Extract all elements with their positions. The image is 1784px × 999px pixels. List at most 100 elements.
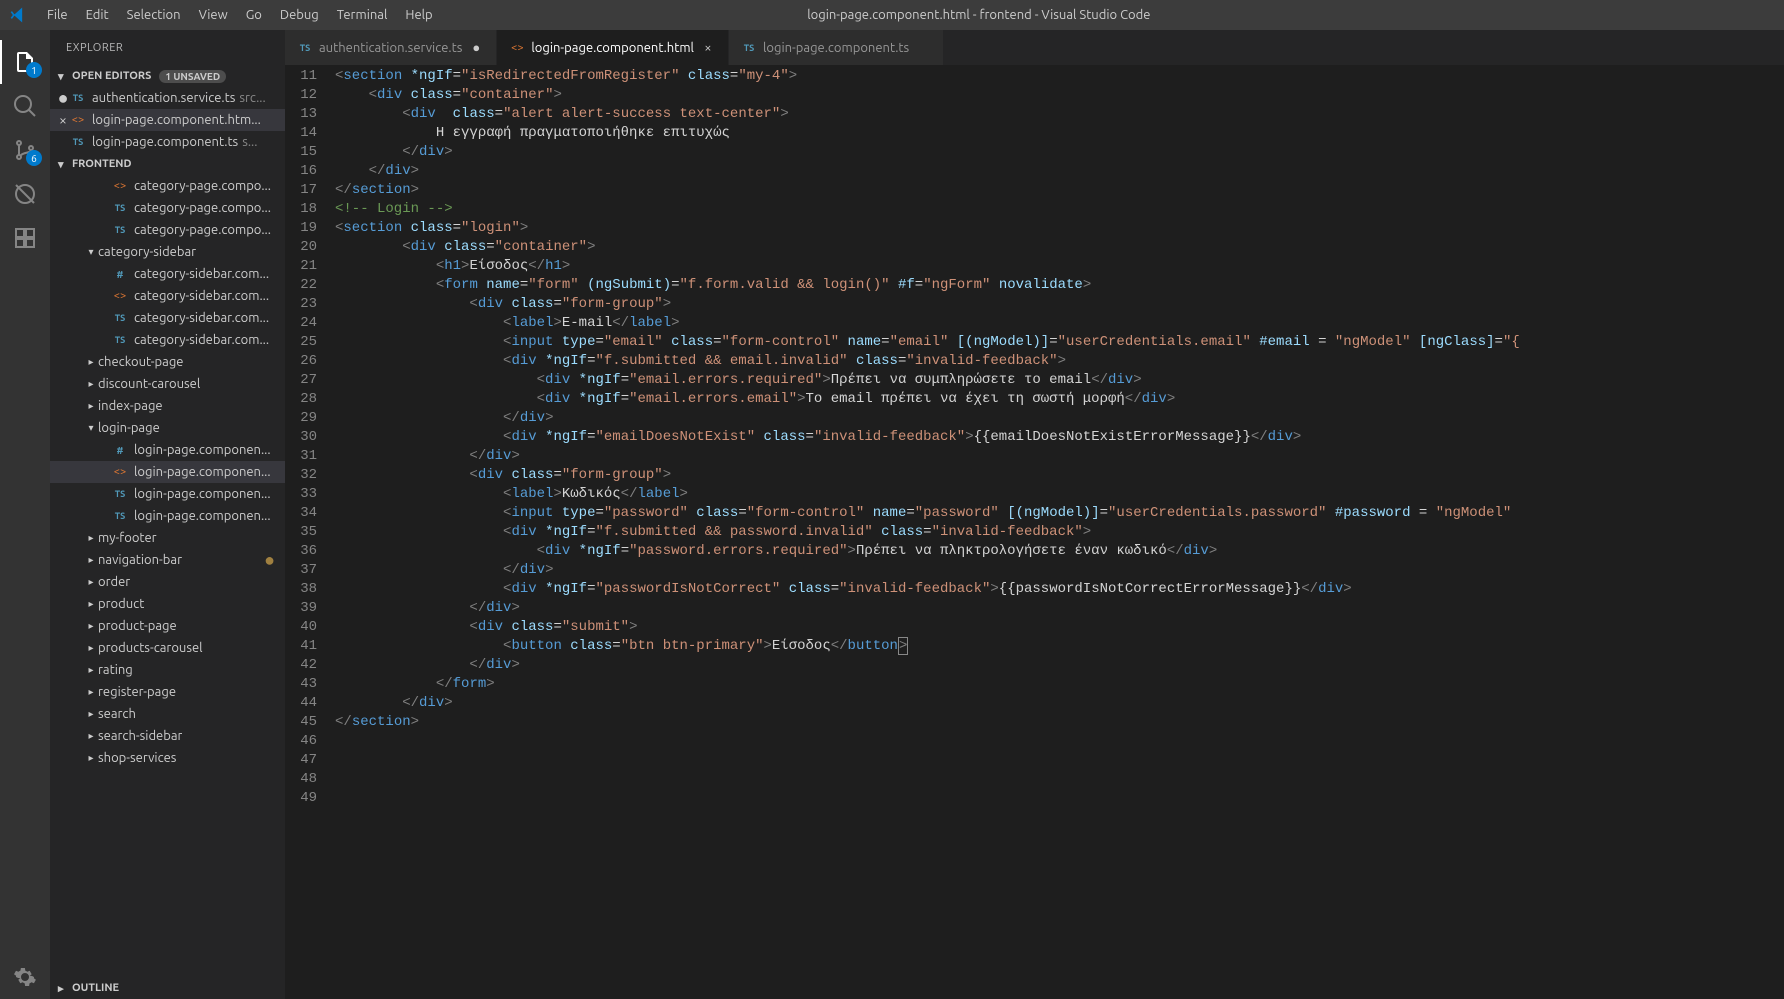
menu-file[interactable]: File <box>38 0 77 30</box>
chevron-down-icon: ▾ <box>84 246 98 258</box>
code-editor[interactable]: 1112131415161718192021222324252627282930… <box>285 65 1784 999</box>
file-item[interactable]: <>category-page.compo... <box>50 175 285 197</box>
html-file-icon: <> <box>70 112 86 128</box>
folder-item[interactable]: ▸product-page <box>50 615 285 637</box>
file-item[interactable]: #category-sidebar.com... <box>50 263 285 285</box>
chevron-right-icon: ▸ <box>84 532 98 544</box>
open-editor-item[interactable]: TSlogin-page.component.tss... <box>50 131 285 153</box>
file-item[interactable]: TScategory-sidebar.com... <box>50 329 285 351</box>
item-label: product-page <box>98 619 177 633</box>
menu-terminal[interactable]: Terminal <box>328 0 397 30</box>
folder-item[interactable]: ▸search-sidebar <box>50 725 285 747</box>
extensions-activity[interactable] <box>0 216 50 260</box>
html-file-icon: <> <box>112 464 128 480</box>
css-file-icon: # <box>112 442 128 458</box>
file-item[interactable]: <> login-page.componen... <box>50 461 285 483</box>
menu-selection[interactable]: Selection <box>118 0 190 30</box>
tab-label: login-page.component.ts <box>763 41 909 55</box>
html-file-icon: <> <box>509 40 525 56</box>
folder-item[interactable]: ▸my-footer <box>50 527 285 549</box>
menu-edit[interactable]: Edit <box>77 0 118 30</box>
explorer-activity[interactable]: 1 <box>0 40 50 84</box>
main-menu: FileEditSelectionViewGoDebugTerminalHelp <box>38 0 442 30</box>
item-label: category-sidebar.com... <box>134 267 269 281</box>
open-editors-header[interactable]: ▾ OPEN EDITORS 1 UNSAVED <box>50 65 285 87</box>
sidebar: EXPLORER ▾ OPEN EDITORS 1 UNSAVED ●TSaut… <box>50 30 285 999</box>
outline-label: OUTLINE <box>72 982 119 994</box>
menu-debug[interactable]: Debug <box>271 0 328 30</box>
file-item[interactable]: TScategory-page.compo... <box>50 197 285 219</box>
folder-item[interactable]: ▸index-page <box>50 395 285 417</box>
project-label: FRONTEND <box>72 158 131 170</box>
sidebar-title: EXPLORER <box>50 30 285 65</box>
typescript-file-icon: TS <box>741 40 757 56</box>
settings-activity[interactable] <box>0 955 50 999</box>
open-editor-item[interactable]: ●TSauthentication.service.tssrc... <box>50 87 285 109</box>
typescript-file-icon: TS <box>112 310 128 326</box>
editor-tab[interactable]: <>login-page.component.html× <box>497 30 729 65</box>
item-label: product <box>98 597 144 611</box>
chevron-right-icon: ▸ <box>84 400 98 412</box>
item-label: products-carousel <box>98 641 203 655</box>
file-item[interactable]: TS login-page.componen... <box>50 483 285 505</box>
typescript-file-icon: TS <box>112 486 128 502</box>
item-label: category-page.compo... <box>134 179 271 193</box>
code-content[interactable]: <section *ngIf="isRedirectedFromRegister… <box>335 65 1784 999</box>
chevron-right-icon: ▸ <box>84 664 98 676</box>
dirty-indicator-icon[interactable]: ● <box>468 40 484 55</box>
folder-item[interactable]: ▸rating <box>50 659 285 681</box>
item-label: discount-carousel <box>98 377 200 391</box>
folder-item[interactable]: ▾category-sidebar <box>50 241 285 263</box>
tab-bar: TSauthentication.service.ts●<>login-page… <box>285 30 1784 65</box>
scm-badge: 6 <box>26 150 42 166</box>
close-icon: × <box>56 112 70 128</box>
chevron-down-icon: ▾ <box>84 422 98 434</box>
menu-go[interactable]: Go <box>237 0 271 30</box>
file-item[interactable]: #login-page.componen... <box>50 439 285 461</box>
item-label: category-sidebar.com... <box>134 289 269 303</box>
folder-item[interactable]: ▸register-page <box>50 681 285 703</box>
typescript-file-icon: TS <box>70 134 86 150</box>
file-item[interactable]: TSlogin-page.componen... <box>50 505 285 527</box>
outline-header[interactable]: ▸ OUTLINE <box>50 977 285 999</box>
item-label: checkout-page <box>98 355 184 369</box>
project-header[interactable]: ▾ FRONTEND <box>50 153 285 175</box>
folder-item[interactable]: ▸shop-services <box>50 747 285 769</box>
file-item[interactable]: TScategory-page.compo... <box>50 219 285 241</box>
modified-indicator-icon: ● <box>264 550 279 571</box>
item-label: category-page.compo... <box>134 201 271 215</box>
typescript-file-icon: TS <box>112 508 128 524</box>
chevron-right-icon: ▸ <box>84 576 98 588</box>
folder-item[interactable]: ▸navigation-bar● <box>50 549 285 571</box>
folder-item[interactable]: ▸checkout-page <box>50 351 285 373</box>
item-label: login-page.componen... <box>134 465 271 479</box>
open-editor-item[interactable]: ×<>login-page.component.htm... <box>50 109 285 131</box>
editor-tab[interactable]: TS login-page.component.ts <box>729 30 944 65</box>
file-item[interactable]: <>category-sidebar.com... <box>50 285 285 307</box>
file-item[interactable]: TScategory-sidebar.com... <box>50 307 285 329</box>
chevron-down-icon: ▾ <box>58 70 70 83</box>
folder-item[interactable]: ▸search <box>50 703 285 725</box>
typescript-file-icon: TS <box>70 90 86 106</box>
menu-help[interactable]: Help <box>396 0 441 30</box>
activity-bar: 1 6 <box>0 30 50 999</box>
item-label: login-page.componen... <box>134 487 271 501</box>
debug-activity[interactable] <box>0 172 50 216</box>
chevron-right-icon: ▸ <box>84 620 98 632</box>
folder-item[interactable]: ▸product <box>50 593 285 615</box>
search-activity[interactable] <box>0 84 50 128</box>
folder-item[interactable]: ▸order <box>50 571 285 593</box>
editor-tab[interactable]: TSauthentication.service.ts● <box>285 30 497 65</box>
folder-item[interactable]: ▾login-page <box>50 417 285 439</box>
scm-activity[interactable]: 6 <box>0 128 50 172</box>
folder-item[interactable]: ▸products-carousel <box>50 637 285 659</box>
folder-item[interactable]: ▸discount-carousel <box>50 373 285 395</box>
gear-icon <box>13 965 37 989</box>
unsaved-badge: 1 UNSAVED <box>159 70 226 83</box>
chevron-down-icon: ▾ <box>58 158 70 171</box>
close-icon[interactable]: × <box>700 41 716 55</box>
item-label: index-page <box>98 399 163 413</box>
explorer-badge: 1 <box>26 62 42 78</box>
menu-view[interactable]: View <box>190 0 237 30</box>
item-label: my-footer <box>98 531 157 545</box>
